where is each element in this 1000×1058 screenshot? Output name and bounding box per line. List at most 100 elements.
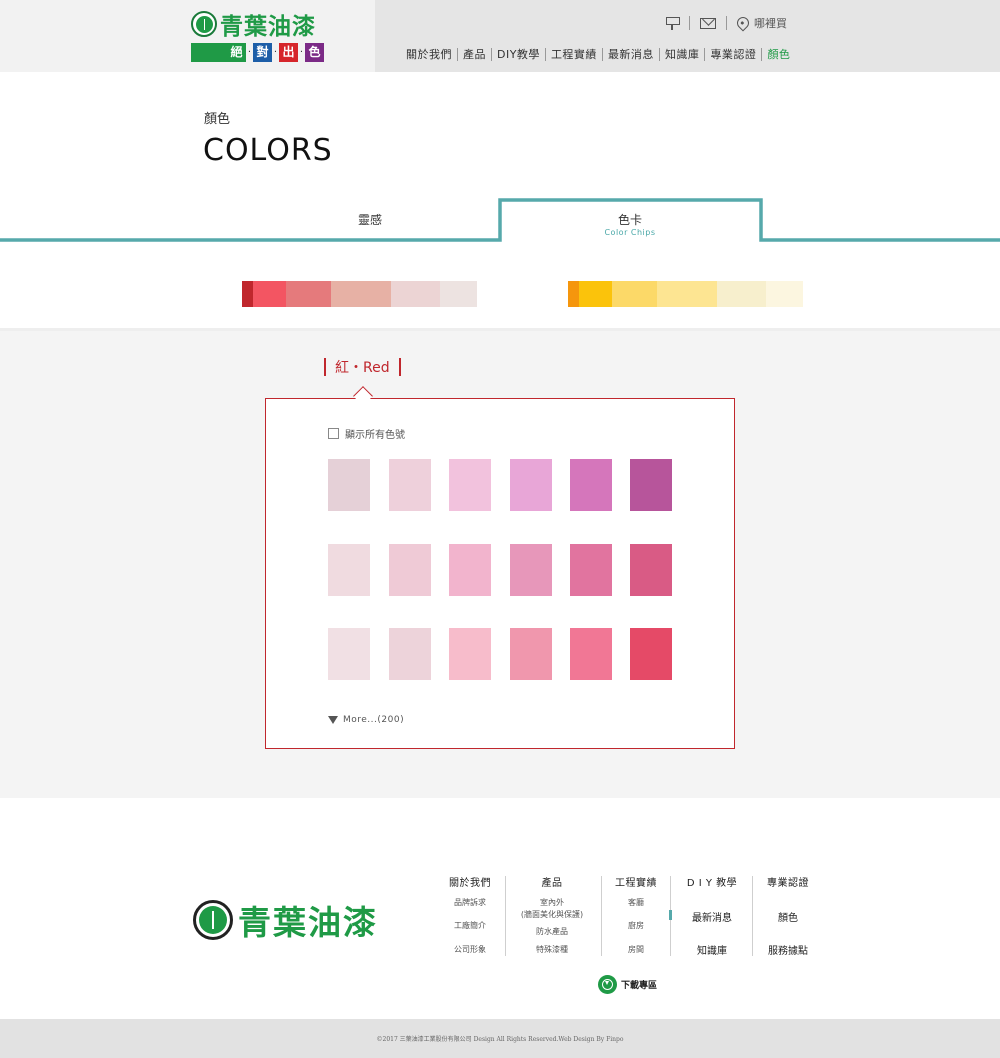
color-chip[interactable] bbox=[630, 628, 672, 680]
red-family-swatch-bar[interactable] bbox=[242, 281, 477, 307]
nav-item-certification[interactable]: 專業認證 bbox=[705, 46, 761, 62]
footer-link[interactable]: 特殊漆種 bbox=[512, 944, 592, 955]
color-chip[interactable] bbox=[328, 628, 370, 680]
page-title: COLORS bbox=[203, 133, 333, 168]
color-chip[interactable] bbox=[328, 459, 370, 511]
location-pin-icon[interactable] bbox=[734, 14, 752, 32]
color-chip[interactable] bbox=[449, 628, 491, 680]
footer-link[interactable]: 知識庫 bbox=[680, 942, 744, 957]
swatch-segment[interactable] bbox=[331, 281, 391, 307]
slogan-char: 對 bbox=[253, 43, 272, 62]
footer-link[interactable]: 客廳 bbox=[610, 897, 662, 908]
color-chip[interactable] bbox=[630, 544, 672, 596]
leaf-emblem-icon bbox=[193, 900, 233, 940]
more-colors-link[interactable]: More...(200) bbox=[328, 715, 404, 725]
footer-active-marker bbox=[669, 910, 672, 920]
nav-item-diy[interactable]: DIY教學 bbox=[492, 46, 545, 62]
swatch-segment[interactable] bbox=[766, 281, 803, 307]
color-chip[interactable] bbox=[389, 544, 431, 596]
footer-brand-name: 青葉油漆 bbox=[238, 903, 378, 942]
footer-col-about: 關於我們 bbox=[446, 874, 494, 889]
nav-item-news[interactable]: 最新消息 bbox=[603, 46, 659, 62]
leaf-emblem-icon bbox=[191, 11, 217, 37]
footer-link[interactable]: 廚房 bbox=[610, 920, 662, 931]
nav-item-knowledge[interactable]: 知識庫 bbox=[660, 46, 705, 62]
footer-link[interactable]: 室內外 bbox=[512, 897, 592, 908]
swatch-segment[interactable] bbox=[253, 281, 286, 307]
footer-col-diy: D I Y 教學 bbox=[680, 874, 744, 889]
swatch-segment[interactable] bbox=[440, 281, 477, 307]
footer-link[interactable]: 顏色 bbox=[762, 909, 814, 924]
footer-logo[interactable]: 青葉油漆 bbox=[193, 896, 378, 944]
tab-color-chips-subtitle: Color Chips bbox=[604, 228, 656, 237]
more-colors-label: More...(200) bbox=[343, 715, 405, 725]
color-family-heading: 紅・Red bbox=[324, 357, 401, 377]
color-chip[interactable] bbox=[389, 628, 431, 680]
color-chip[interactable] bbox=[510, 544, 552, 596]
color-chip[interactable] bbox=[449, 459, 491, 511]
swatch-segment[interactable] bbox=[657, 281, 717, 307]
utility-links: 哪裡買 bbox=[665, 14, 787, 32]
brand-logo[interactable]: 青葉油漆 絕 · 對 · 出 · 色 bbox=[191, 9, 341, 65]
tab-color-chips[interactable]: 色卡 bbox=[590, 211, 670, 228]
footer-link[interactable]: 公司形象 bbox=[446, 944, 494, 955]
footer-heading-diy[interactable]: D I Y 教學 bbox=[680, 874, 744, 889]
footer-heading-products[interactable]: 產品 bbox=[512, 874, 592, 889]
color-chip[interactable] bbox=[570, 628, 612, 680]
footer-divider bbox=[505, 876, 506, 956]
color-chip[interactable] bbox=[510, 628, 552, 680]
nav-item-about[interactable]: 關於我們 bbox=[404, 46, 457, 62]
swatch-segment[interactable] bbox=[717, 281, 766, 307]
footer-link[interactable]: (牆面美化與保護) bbox=[512, 909, 592, 920]
footer-link[interactable]: 最新消息 bbox=[680, 909, 744, 924]
swatch-segment[interactable] bbox=[568, 281, 579, 307]
page-subtitle: 顏色 bbox=[204, 112, 231, 127]
download-center-link[interactable]: 下載專區 bbox=[598, 975, 657, 994]
site-header: 青葉油漆 絕 · 對 · 出 · 色 哪裡買 關於我們 產品 DIY教學 工程實… bbox=[0, 0, 1000, 72]
color-chip[interactable] bbox=[389, 459, 431, 511]
swatch-segment[interactable] bbox=[612, 281, 657, 307]
color-chip[interactable] bbox=[570, 544, 612, 596]
color-chip[interactable] bbox=[570, 459, 612, 511]
footer-heading-certification[interactable]: 專業認證 bbox=[762, 874, 814, 889]
paint-roller-icon[interactable] bbox=[665, 16, 680, 30]
footer-link[interactable]: 服務據點 bbox=[762, 942, 814, 957]
swatch-segment[interactable] bbox=[242, 281, 253, 307]
footer-heading-about[interactable]: 關於我們 bbox=[446, 874, 494, 889]
color-chip[interactable] bbox=[510, 459, 552, 511]
color-family-name: 紅・Red bbox=[335, 360, 390, 376]
nav-item-colors[interactable]: 顏色 bbox=[762, 46, 795, 62]
brand-slogan: 絕 · 對 · 出 · 色 bbox=[191, 43, 341, 62]
footer-link[interactable]: 工廠簡介 bbox=[446, 920, 494, 931]
tab-inspiration[interactable]: 靈感 bbox=[330, 211, 410, 228]
swatch-segment[interactable] bbox=[286, 281, 331, 307]
slogan-char: 色 bbox=[305, 43, 324, 62]
nav-item-projects[interactable]: 工程實績 bbox=[546, 46, 602, 62]
download-center-label: 下載專區 bbox=[621, 981, 658, 991]
main-nav: 關於我們 產品 DIY教學 工程實績 最新消息 知識庫 專業認證 顏色 bbox=[404, 46, 795, 62]
footer-heading-projects[interactable]: 工程實績 bbox=[610, 874, 662, 889]
swatch-segment[interactable] bbox=[579, 281, 612, 307]
footer-link[interactable]: 房間 bbox=[610, 944, 662, 955]
footer-link[interactable]: 品牌訴求 bbox=[446, 897, 494, 908]
footer-col-products: 產品 bbox=[512, 874, 592, 889]
tab-outline bbox=[0, 198, 1000, 242]
mail-icon[interactable] bbox=[700, 17, 716, 29]
slogan-char: 絕 bbox=[227, 43, 246, 62]
footer-divider bbox=[601, 876, 602, 956]
triangle-down-icon bbox=[328, 716, 338, 724]
yellow-family-swatch-bar[interactable] bbox=[568, 281, 803, 307]
show-all-checkbox[interactable] bbox=[328, 428, 339, 439]
nav-item-products[interactable]: 產品 bbox=[458, 46, 491, 62]
color-chip[interactable] bbox=[630, 459, 672, 511]
swatch-segment[interactable] bbox=[391, 281, 440, 307]
footer-link[interactable]: 防水產品 bbox=[512, 926, 592, 937]
show-all-codes-toggle[interactable]: 顯示所有色號 bbox=[328, 426, 405, 441]
where-to-buy-link[interactable]: 哪裡買 bbox=[754, 15, 787, 31]
color-chip[interactable] bbox=[449, 544, 491, 596]
copyright-text: ©2017 三葉油漆工業股份有限公司 Design All Rights Res… bbox=[376, 1036, 624, 1043]
color-chip[interactable] bbox=[328, 544, 370, 596]
footer-col-projects: 工程實績 bbox=[610, 874, 662, 889]
slogan-char: 出 bbox=[279, 43, 298, 62]
show-all-label: 顯示所有色號 bbox=[345, 430, 405, 441]
